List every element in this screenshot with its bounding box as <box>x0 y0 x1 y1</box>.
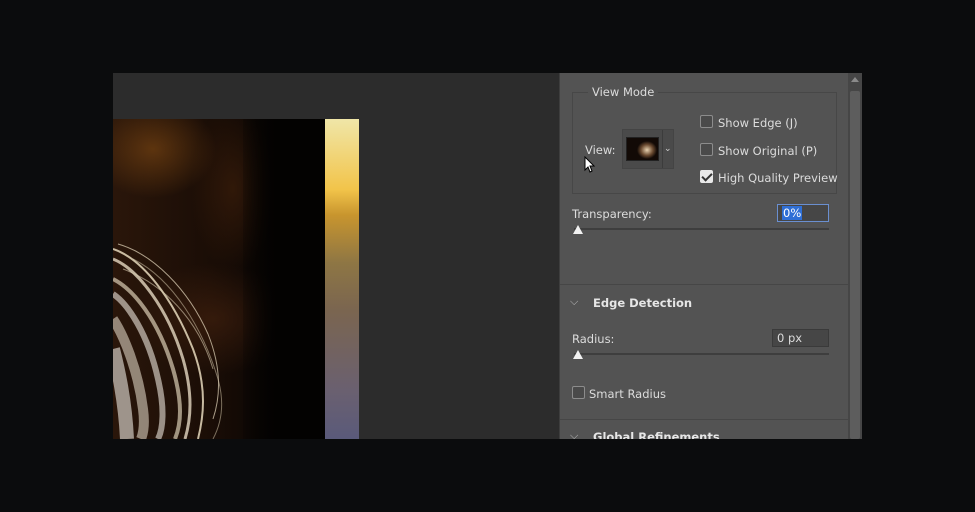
scroll-up-arrow-icon[interactable] <box>851 77 859 82</box>
scrollbar-thumb[interactable] <box>850 91 860 439</box>
section-divider <box>560 419 849 420</box>
show-edge-label: Show Edge (J) <box>718 116 798 130</box>
properties-panel: View Mode View: ⌄ Show Edge (J) Show Ori… <box>559 73 862 439</box>
smart-radius-label: Smart Radius <box>589 387 667 401</box>
high-quality-preview-label: High Quality Preview <box>718 171 838 185</box>
chevron-down-icon[interactable]: ⌵ <box>570 429 578 439</box>
screen-backdrop: View Mode View: ⌄ Show Edge (J) Show Ori… <box>0 0 975 512</box>
section-divider <box>560 284 849 285</box>
radius-label: Radius: <box>572 332 615 346</box>
high-quality-preview-checkbox[interactable] <box>700 170 713 183</box>
view-label: View: <box>585 143 616 157</box>
view-thumbnail <box>626 137 659 161</box>
view-mode-title: View Mode <box>588 85 659 99</box>
chevron-down-icon: ⌄ <box>664 144 672 154</box>
radius-slider-thumb[interactable] <box>573 350 583 359</box>
panel-scrollbar[interactable] <box>848 73 862 439</box>
view-dropdown[interactable]: ⌄ <box>622 129 674 169</box>
photo-preview[interactable] <box>113 119 359 439</box>
transparency-value: 0% <box>782 206 803 220</box>
transparency-input[interactable]: 0% <box>777 204 829 222</box>
sky-strip <box>325 119 359 439</box>
transparency-label: Transparency: <box>572 207 652 221</box>
edge-detection-header[interactable]: Edge Detection <box>593 296 692 310</box>
view-dropdown-divider <box>662 130 663 168</box>
show-original-label: Show Original (P) <box>718 144 818 158</box>
global-refinements-header[interactable]: Global Refinements <box>593 430 720 439</box>
show-edge-checkbox[interactable] <box>700 115 713 128</box>
radius-input[interactable]: 0 px <box>772 329 829 347</box>
radius-slider-track[interactable] <box>574 353 829 355</box>
transparency-slider-thumb[interactable] <box>573 225 583 234</box>
chevron-down-icon[interactable]: ⌵ <box>570 295 578 309</box>
mouse-cursor-icon <box>584 156 596 173</box>
show-original-checkbox[interactable] <box>700 143 713 156</box>
dark-background-region <box>243 119 325 439</box>
canvas-area[interactable] <box>113 73 559 439</box>
transparency-slider-track[interactable] <box>574 228 829 230</box>
select-and-mask-workspace: View Mode View: ⌄ Show Edge (J) Show Ori… <box>113 73 862 439</box>
smart-radius-checkbox[interactable] <box>572 386 585 399</box>
